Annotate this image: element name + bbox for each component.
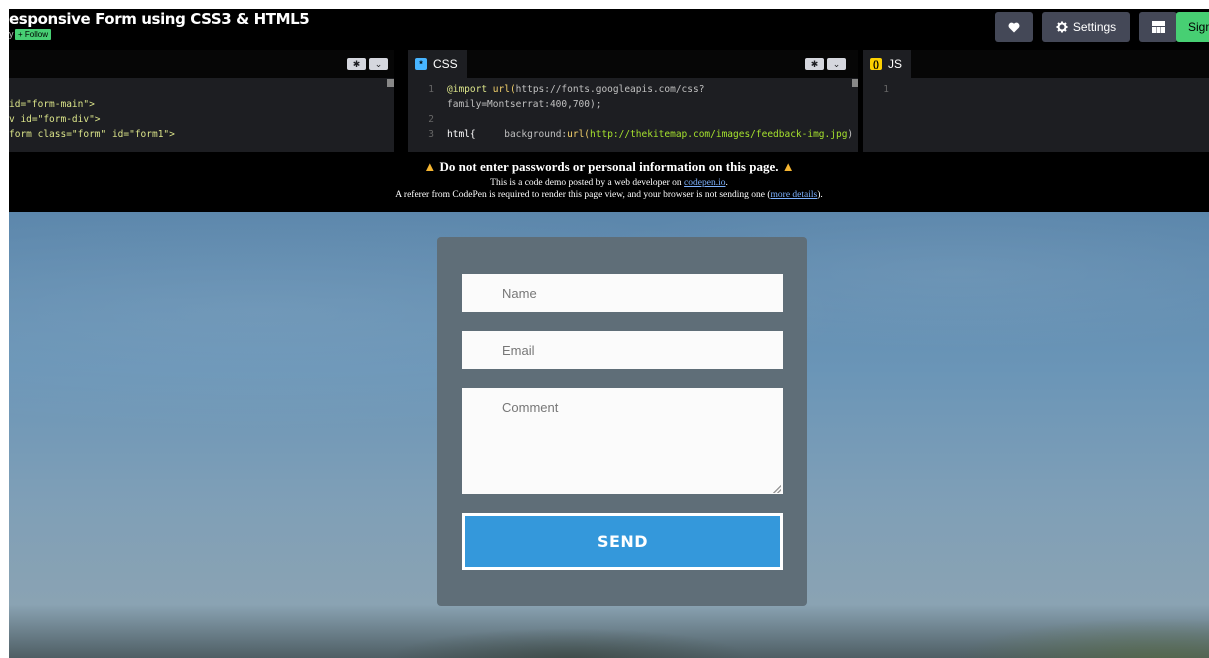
warning-text: This is a code demo posted by a web deve… — [490, 178, 685, 188]
name-input[interactable] — [462, 274, 783, 312]
css-pane-bar: * CSS ✱ ⌄ — [408, 50, 858, 78]
warning-icon: ▲ — [423, 159, 437, 174]
pane-resizer[interactable] — [394, 50, 408, 152]
codepen-frame: esponsive Form using CSS3 & HTML5 y + Fo… — [9, 9, 1209, 658]
css-import-kw: @import — [447, 84, 488, 95]
line-number: 2 — [428, 114, 434, 125]
layout-icon — [1151, 21, 1165, 33]
settings-label: Settings — [1072, 20, 1117, 34]
html-editor-pane[interactable]: ✱ ⌄ id="form-main"> v id="form-div"> for… — [9, 50, 394, 152]
codepen-link[interactable]: codepen.io — [684, 178, 725, 188]
tab-js-label: JS — [888, 57, 903, 71]
line-number: 1 — [428, 84, 434, 95]
css-code[interactable]: 1 @import url(https://fonts.googleapis.co… — [418, 82, 853, 142]
warning-line-2: A referer from CodePen is required to re… — [9, 190, 1209, 200]
html-code-line: v id="form-div"> — [9, 114, 101, 125]
warning-banner: ▲ Do not enter passwords or personal inf… — [9, 152, 1209, 212]
header-bar: esponsive Form using CSS3 & HTML5 y + Fo… — [9, 9, 1209, 50]
more-details-link[interactable]: more details — [771, 190, 818, 200]
comment-textarea[interactable] — [462, 388, 783, 494]
css-import-fn: url( — [492, 84, 516, 95]
js-pane-bar: () JS — [863, 50, 1209, 78]
tab-css[interactable]: * CSS — [408, 50, 467, 78]
tab-js[interactable]: () JS — [863, 50, 912, 78]
byline: y — [9, 29, 14, 39]
warning-headline-text: Do not enter passwords or personal infor… — [439, 159, 779, 174]
follow-button[interactable]: + Follow — [15, 29, 52, 40]
tab-css-label: CSS — [433, 57, 458, 71]
html-chevron-down-icon[interactable]: ⌄ — [369, 58, 388, 70]
warning-line-1: This is a code demo posted by a web deve… — [9, 178, 1209, 188]
heart-icon — [1008, 22, 1020, 32]
warning-icon: ▲ — [781, 159, 795, 174]
textarea-resize-handle[interactable] — [773, 485, 781, 493]
gear-icon — [1056, 21, 1068, 33]
css-html-selector: html{ — [447, 129, 476, 140]
css-settings-gear-icon[interactable]: ✱ — [805, 58, 824, 70]
pen-title: esponsive Form using CSS3 & HTML5 — [9, 10, 310, 28]
js-code[interactable]: 1 — [873, 82, 902, 97]
css-bg-fn: url( — [567, 129, 591, 140]
html-code[interactable]: id="form-main"> v id="form-div"> form cl… — [9, 82, 175, 142]
email-input[interactable] — [462, 331, 783, 369]
css-import-cont: family=Montserrat:400,700); — [447, 99, 602, 110]
warning-text: ). — [817, 190, 823, 200]
html-code-line: form class="form" id="form1"> — [9, 129, 175, 140]
css-bg-url: http://thekitemap.com/images/feedback-im… — [590, 129, 848, 140]
css-icon: * — [415, 58, 427, 70]
layout-button[interactable] — [1139, 12, 1177, 42]
warning-text: . — [725, 178, 728, 188]
line-number: 1 — [883, 84, 889, 95]
editor-panes: ✱ ⌄ id="form-main"> v id="form-div"> for… — [9, 50, 1209, 152]
contact-form: SEND — [437, 237, 807, 606]
warning-text: A referer from CodePen is required to re… — [395, 190, 771, 200]
css-pane-controls: ✱ ⌄ — [805, 58, 846, 70]
js-icon: () — [870, 58, 882, 70]
send-button[interactable]: SEND — [462, 513, 783, 570]
html-pane-bar: ✱ ⌄ — [9, 50, 394, 78]
css-import-url: https://fonts.googleapis.com/css? — [515, 84, 705, 95]
css-bg-close: ) — [847, 129, 854, 140]
js-editor-pane[interactable]: () JS 1 — [863, 50, 1209, 152]
line-number: 3 — [428, 129, 434, 140]
css-bg-prop: background: — [504, 129, 568, 140]
result-preview: SEND — [9, 212, 1209, 658]
css-editor-pane[interactable]: * CSS ✱ ⌄ 1 @import url(https://fonts.goo… — [408, 50, 859, 152]
html-settings-gear-icon[interactable]: ✱ — [347, 58, 366, 70]
sign-up-button[interactable]: Sign — [1176, 12, 1209, 42]
css-chevron-down-icon[interactable]: ⌄ — [827, 58, 846, 70]
html-scrollbar[interactable] — [387, 79, 394, 87]
html-code-line: id="form-main"> — [9, 99, 95, 110]
settings-button[interactable]: Settings — [1042, 12, 1130, 42]
warning-headline: ▲ Do not enter passwords or personal inf… — [9, 159, 1209, 175]
heart-button[interactable] — [995, 12, 1033, 42]
html-pane-controls: ✱ ⌄ — [347, 58, 388, 70]
